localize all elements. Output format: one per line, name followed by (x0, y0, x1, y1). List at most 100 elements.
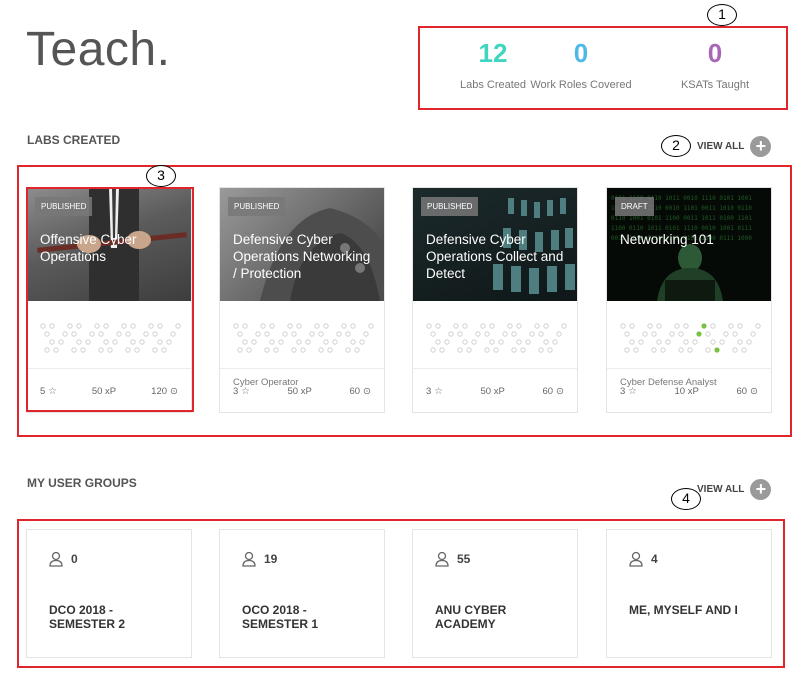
ksat-dot (237, 331, 243, 337)
lab-name: Defensive Cyber Operations Networking / … (233, 232, 371, 281)
lab-time: 60 ⊙ (736, 386, 758, 397)
ksat-dot (705, 331, 711, 337)
ksat-dot (332, 339, 338, 345)
user-group-card[interactable]: 55 ANU CYBER ACADEMY (412, 529, 578, 658)
stat-value: 0 (707, 38, 723, 68)
ksat-dot (493, 347, 499, 353)
ksat-dot (260, 323, 266, 329)
ksat-dot (471, 339, 477, 345)
user-group-card[interactable]: 19 OCO 2018 - SEMESTER 1 (219, 529, 385, 658)
time-value: 60 (349, 386, 361, 397)
ksat-dot (723, 331, 729, 337)
ksat-dot (516, 323, 522, 329)
ksat-dot (327, 347, 333, 353)
clock-icon: ⊙ (750, 386, 758, 397)
ksat-dot (624, 347, 630, 353)
ksat-dot (296, 339, 302, 345)
ksat-dot-covered (696, 331, 702, 337)
lab-image: PUBLISHED Defensive Cyber Operations Col… (413, 188, 577, 301)
ksat-dot (660, 347, 666, 353)
ksat-dot (430, 347, 436, 353)
user-group-card[interactable]: 0 DCO 2018 - SEMESTER 2 (26, 529, 192, 658)
ksat-dot (651, 331, 657, 337)
view-all-label: VIEW ALL (697, 484, 745, 495)
ksat-dot (457, 331, 463, 337)
group-name: ME, MYSELF AND I (629, 603, 738, 617)
stars-value: 3 (426, 386, 432, 397)
lab-card[interactable]: PUBLISHED Defensive Cyber Operations Net… (219, 187, 385, 413)
lab-stars: 3 ☆ (426, 386, 443, 397)
ksat-dot (642, 331, 648, 337)
ksat-dot (538, 347, 544, 353)
ksat-dot-pattern (233, 323, 374, 353)
ksat-dot (264, 347, 270, 353)
ksat-dot (656, 323, 662, 329)
ksat-dot (242, 339, 248, 345)
user-icon (629, 551, 643, 567)
ksat-dot (692, 339, 698, 345)
ksat-dot (502, 331, 508, 337)
star-icon: ☆ (434, 386, 443, 397)
ksat-dot (448, 331, 454, 337)
lab-image: PUBLISHED Defensive Cyber Operations Net… (220, 188, 384, 301)
ksat-dot (511, 331, 517, 337)
clock-icon: ⊙ (556, 386, 564, 397)
lab-card[interactable]: PUBLISHED Defensive Cyber Operations Col… (412, 187, 578, 413)
ksat-dot (520, 347, 526, 353)
ksat-dot (233, 323, 239, 329)
ksat-dot (426, 323, 432, 329)
ksat-dot (475, 331, 481, 337)
ksat-dot (620, 323, 626, 329)
labs-view-all-button[interactable]: VIEW ALL + (697, 136, 772, 157)
ksat-dot (323, 339, 329, 345)
ksat-dot (732, 331, 738, 337)
ksat-dot (674, 323, 680, 329)
lab-status-badge: PUBLISHED (421, 197, 479, 216)
ksat-dot (728, 323, 734, 329)
ksat-dot (318, 347, 324, 353)
ksat-dot (480, 323, 486, 329)
lab-card[interactable]: 0101 1100 0110 1011 0010 1110 0101 1001 … (606, 187, 772, 413)
card-divider (220, 368, 384, 369)
card-divider (607, 368, 771, 369)
ksat-dot (755, 323, 761, 329)
ksat-dot (345, 331, 351, 337)
ksat-dot (273, 347, 279, 353)
ksat-dot (669, 331, 675, 337)
ksat-dot (457, 347, 463, 353)
ksat-dot (741, 347, 747, 353)
ksat-dot (323, 323, 329, 329)
ksat-dot (439, 347, 445, 353)
card-divider (413, 368, 577, 369)
group-name: DCO 2018 - SEMESTER 2 (49, 603, 126, 631)
ksat-dot (251, 339, 257, 345)
ksat-dot (466, 347, 472, 353)
lab-name: Networking 101 (620, 232, 714, 247)
groups-view-all-button[interactable]: VIEW ALL + (697, 479, 772, 500)
ksat-dot (269, 323, 275, 329)
lab-time: 60 ⊙ (542, 386, 564, 397)
time-value: 60 (736, 386, 748, 397)
ksat-dot (318, 331, 324, 337)
ksat-dot (489, 339, 495, 345)
ksat-dot (435, 323, 441, 329)
user-icon (242, 551, 256, 567)
group-count-value: 0 (71, 552, 78, 566)
ksat-dot (237, 347, 243, 353)
ksat-dot (683, 323, 689, 329)
ksat-dot (651, 347, 657, 353)
stat-label: Work Roles Covered (530, 79, 632, 91)
labs-section-title: LABS CREATED (27, 133, 121, 147)
lab-status-badge: DRAFT (615, 197, 654, 216)
ksat-dot (710, 323, 716, 329)
user-group-card[interactable]: 4 ME, MYSELF AND I (606, 529, 772, 658)
ksat-dot (516, 339, 522, 345)
stat-value: 0 (573, 38, 589, 68)
annotation-callout-4: 4 (671, 488, 701, 510)
plus-icon: + (750, 479, 772, 500)
user-icon (435, 551, 449, 567)
lab-stars: 3 ☆ (233, 386, 250, 397)
ksat-dot (710, 339, 716, 345)
ksat-dot (719, 339, 725, 345)
ksat-dot (444, 339, 450, 345)
